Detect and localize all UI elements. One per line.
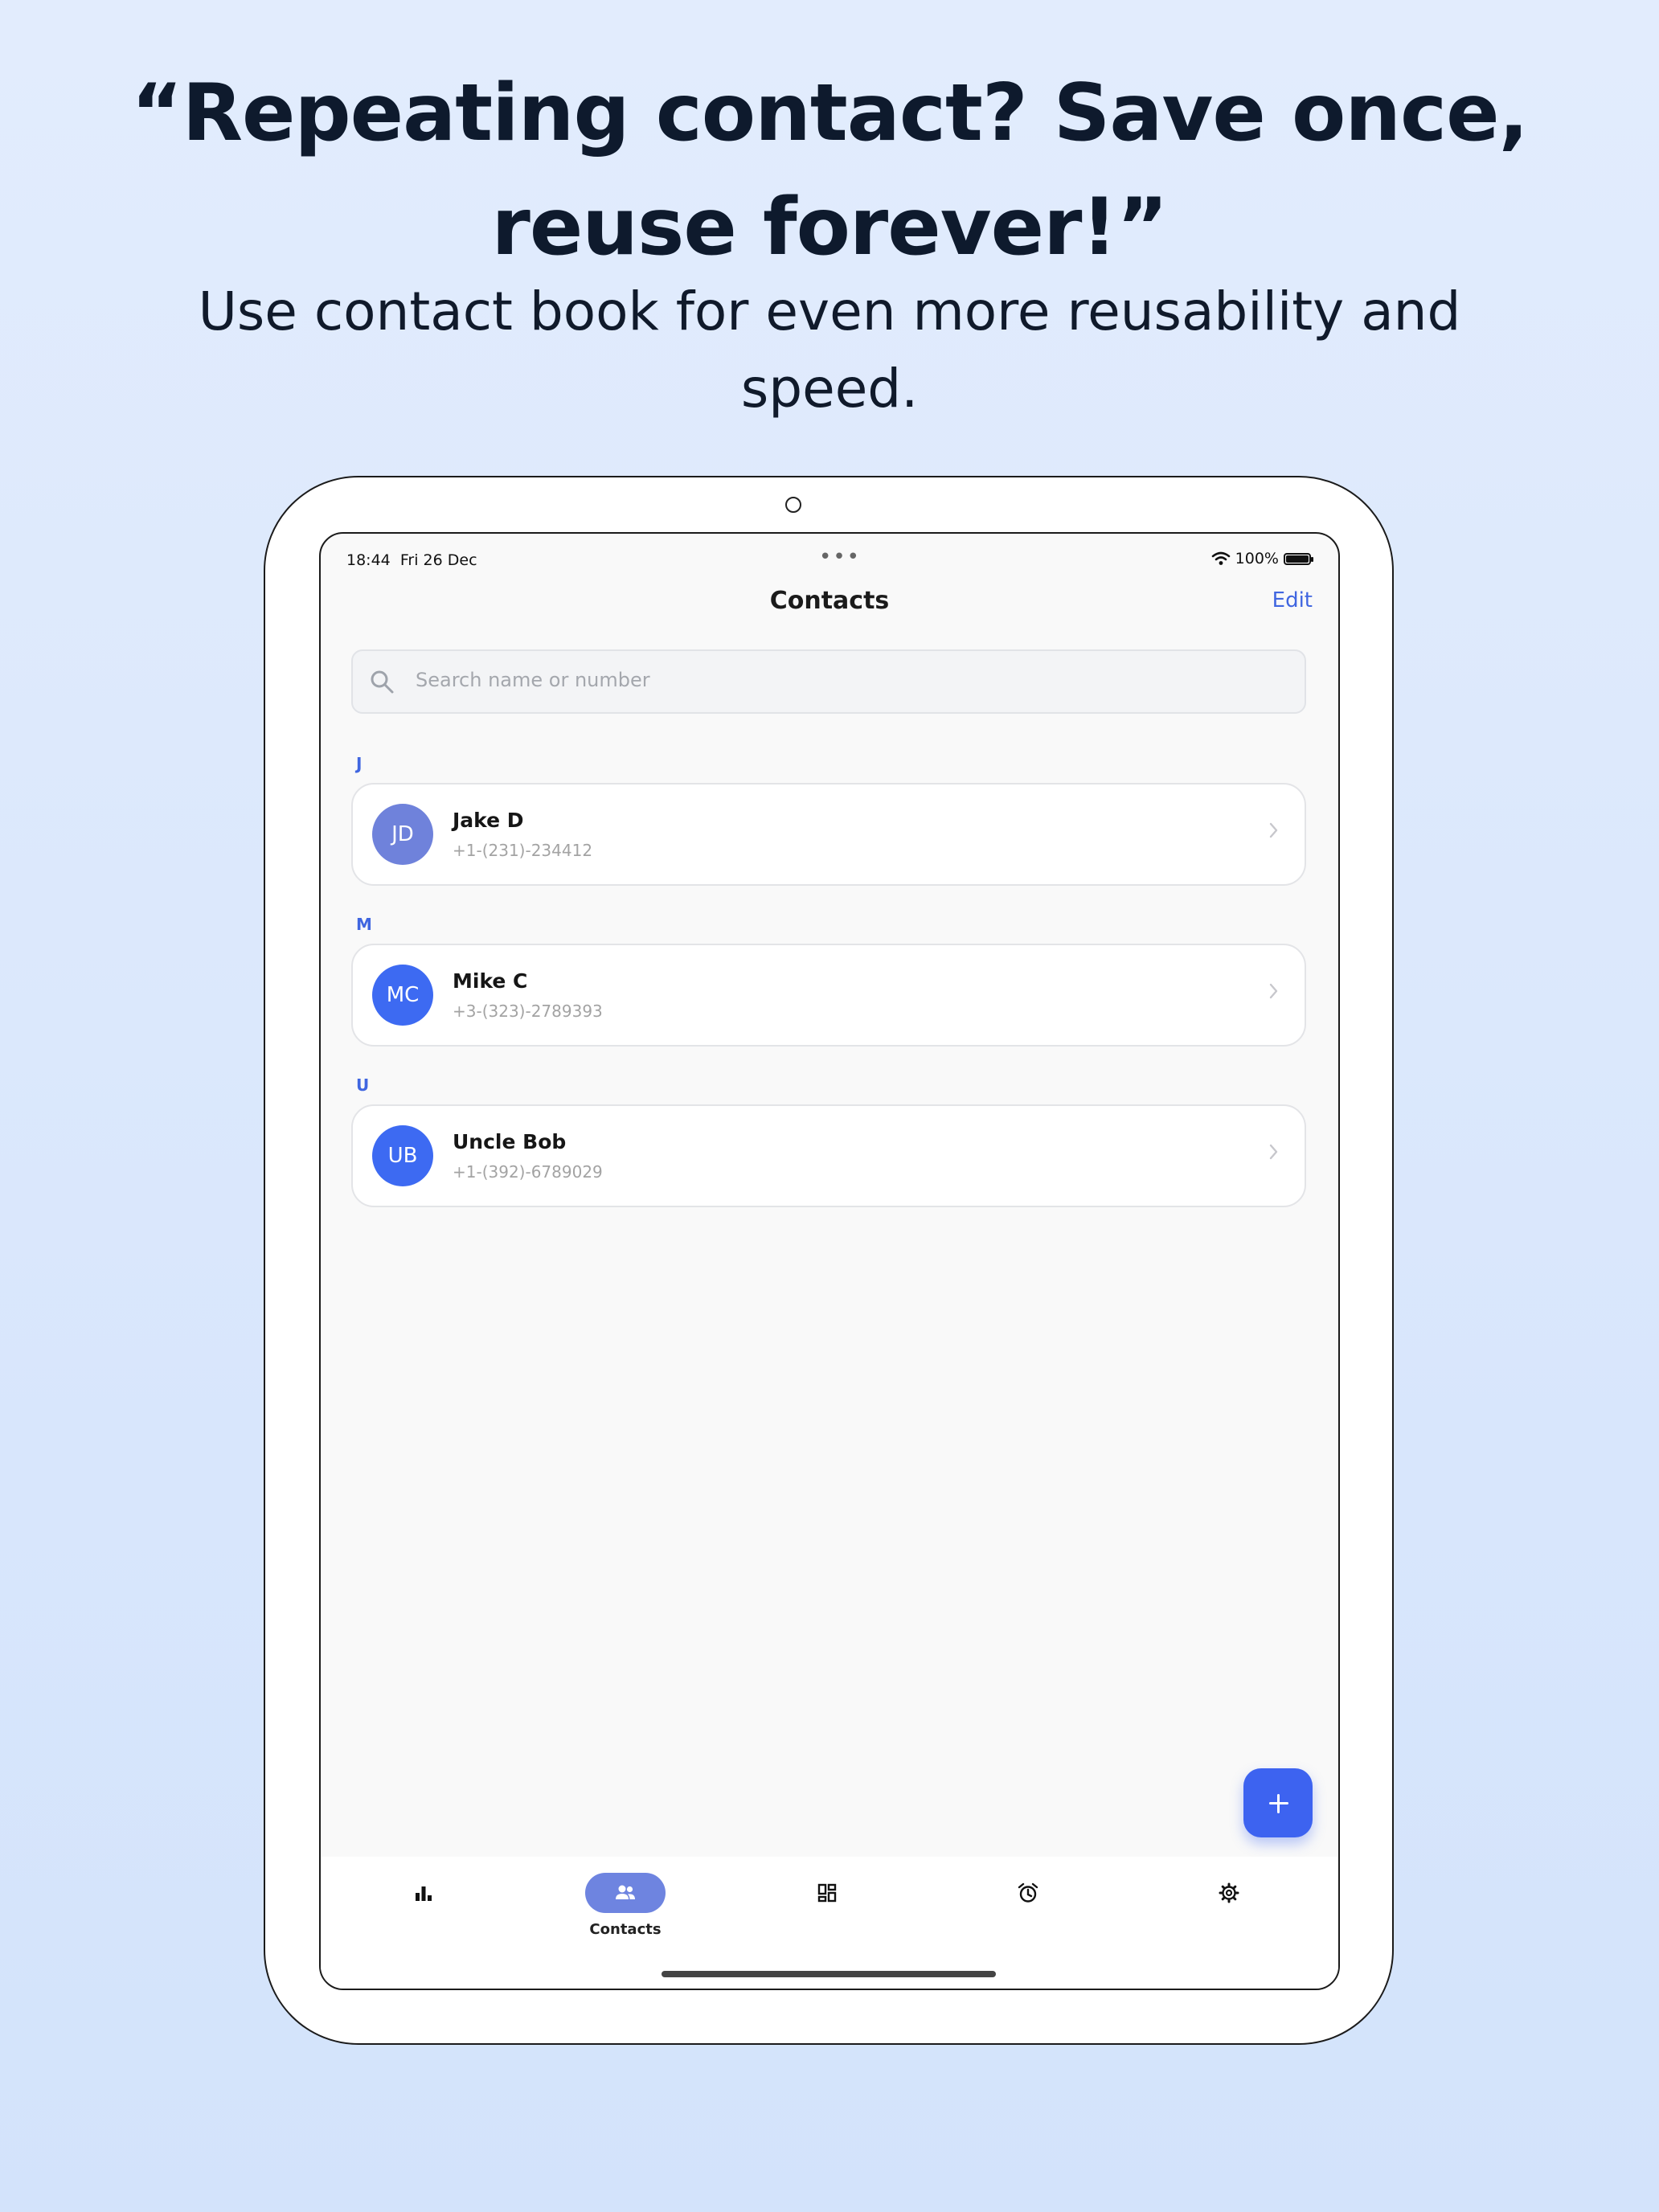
contact-name: Uncle Bob [453,1130,567,1153]
section-header-m: M [356,915,372,934]
chevron-right-icon [1269,983,1278,999]
wifi-icon [1211,551,1230,565]
avatar: MC [372,965,433,1026]
tab-contacts[interactable]: Contacts [569,1857,682,1945]
contact-phone: +1-(392)-6789029 [453,1162,603,1182]
contact-card-jake-d[interactable]: JD Jake D +1-(231)-234412 [351,783,1306,886]
add-contact-button[interactable] [1243,1768,1313,1837]
alarm-icon [1018,1882,1038,1903]
contact-card-uncle-bob[interactable]: UB Uncle Bob +1-(392)-6789029 [351,1104,1306,1207]
marketing-subline: Use contact book for even more reusabili… [161,273,1498,428]
battery-icon [1284,552,1313,565]
status-time: 18:44 Fri 26 Dec [346,551,477,569]
marketing-headline: “Repeating contact? Save once, reuse for… [0,56,1659,285]
bar-chart-icon [416,1886,432,1901]
headline-line-2: reuse forever!” [491,182,1168,273]
tab-grid[interactable] [771,1857,883,1945]
home-indicator[interactable] [662,1971,996,1977]
tab-stats[interactable] [367,1857,480,1945]
chevron-right-icon [1269,822,1278,838]
contact-phone: +3-(323)-2789393 [453,1002,603,1021]
multitask-dots-icon[interactable]: ••• [819,545,861,569]
people-icon [616,1885,635,1899]
contact-name: Jake D [453,809,524,832]
status-bar: 18:44 Fri 26 Dec ••• 100% [321,543,1338,576]
headline-line-1: “Repeating contact? Save once, [131,68,1529,159]
search-input[interactable]: Search name or number [351,649,1306,714]
grid-icon [817,1883,837,1903]
tab-settings[interactable] [1173,1857,1285,1945]
avatar: UB [372,1125,433,1186]
battery-percent: 100% [1235,550,1279,567]
tab-label: Contacts [589,1921,662,1938]
status-date: Fri 26 Dec [399,551,477,569]
subline-line-1: Use contact book for even more reusabili… [198,281,1461,342]
search-icon [371,670,394,694]
app-screen: 18:44 Fri 26 Dec ••• 100% Contacts Edit … [319,532,1340,1990]
contact-name: Mike C [453,969,528,993]
contact-phone: +1-(231)-234412 [453,841,593,860]
gear-icon [1219,1882,1239,1903]
section-header-u: U [356,1075,370,1095]
subline-line-2: speed. [740,358,919,420]
page-title: Contacts [769,587,890,615]
tab-alarm[interactable] [972,1857,1084,1945]
avatar: JD [372,804,433,865]
chevron-right-icon [1269,1144,1278,1160]
status-time-value: 18:44 [346,551,391,569]
camera-icon [785,497,801,513]
section-header-j: J [356,754,363,773]
edit-button[interactable]: Edit [1272,588,1313,612]
status-right: 100% [1211,550,1313,567]
contact-card-mike-c[interactable]: MC Mike C +3-(323)-2789393 [351,944,1306,1047]
search-placeholder: Search name or number [416,669,650,691]
